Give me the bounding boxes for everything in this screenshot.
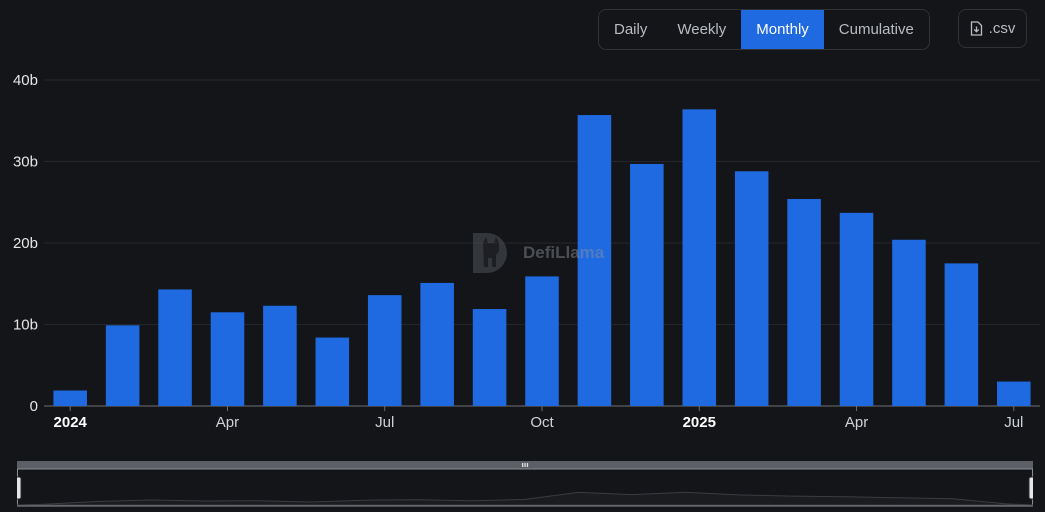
bar[interactable] — [210, 312, 245, 406]
slider-left-handle[interactable] — [17, 476, 22, 500]
bar[interactable] — [420, 282, 454, 406]
bar[interactable] — [525, 276, 559, 406]
y-tick-label: 10b — [13, 317, 38, 334]
bar[interactable] — [367, 295, 402, 406]
x-tick-label: Oct — [530, 414, 554, 431]
bar[interactable] — [682, 109, 717, 406]
x-tick-label: Jul — [1004, 414, 1023, 431]
bar[interactable] — [630, 163, 664, 406]
bar[interactable] — [158, 289, 192, 406]
bar[interactable] — [839, 212, 874, 406]
bar[interactable] — [734, 171, 769, 406]
slider-right-handle[interactable] — [1028, 476, 1033, 500]
defillama-watermark: DefiLlama — [469, 229, 604, 277]
y-tick-label: 0 — [30, 398, 38, 415]
x-tick-label: 2024 — [54, 414, 88, 431]
bar[interactable] — [944, 263, 979, 406]
bar[interactable] — [105, 325, 140, 406]
y-tick-label: 40b — [13, 72, 38, 89]
y-tick-label: 30b — [13, 154, 38, 171]
bar[interactable] — [892, 239, 926, 406]
slider-grip-icon — [522, 463, 529, 467]
bar[interactable] — [997, 381, 1031, 406]
x-tick-label: Apr — [845, 414, 868, 431]
bar[interactable] — [787, 198, 821, 406]
x-tick-label: Apr — [216, 414, 239, 431]
bar[interactable] — [263, 305, 297, 406]
bar[interactable] — [472, 309, 507, 406]
bar[interactable] — [53, 390, 87, 406]
y-tick-label: 20b — [13, 235, 38, 252]
llama-logo-icon — [473, 233, 507, 273]
x-tick-label: 2025 — [683, 414, 716, 431]
watermark-text: DefiLlama — [523, 243, 605, 262]
x-tick-label: Jul — [375, 414, 394, 431]
zoom-slider[interactable] — [17, 461, 1033, 507]
bar[interactable] — [315, 337, 350, 406]
